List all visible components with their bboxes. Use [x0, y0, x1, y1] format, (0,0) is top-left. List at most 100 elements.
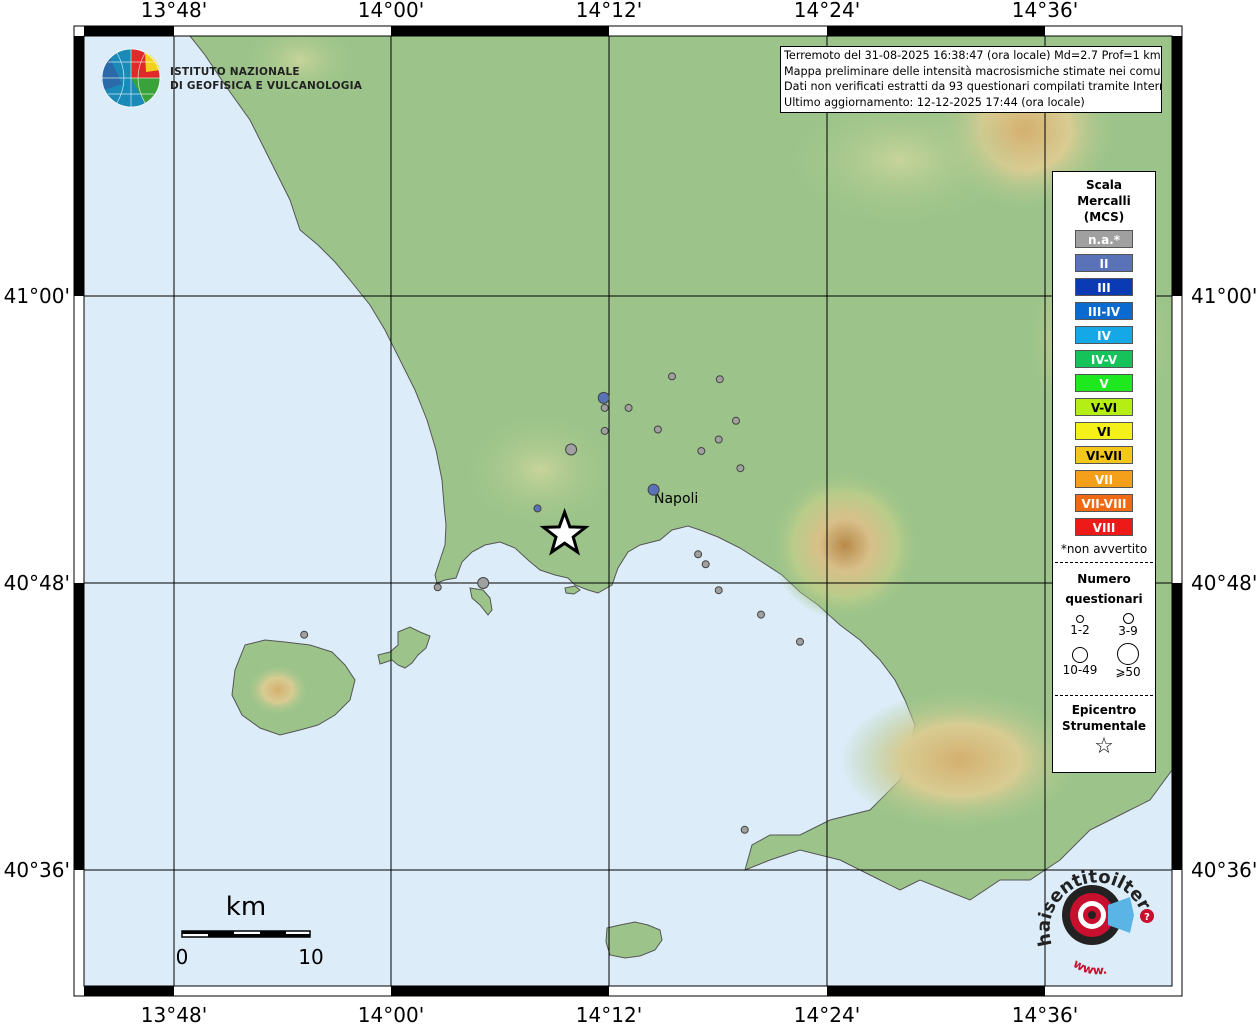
scale-row: VIII: [1075, 518, 1133, 536]
size-label-3: 10-49: [1062, 663, 1098, 677]
logo-line-1: ISTITUTO NAZIONALE: [170, 66, 300, 78]
count-title-line-1: Numero: [1077, 572, 1131, 586]
event-info-line-2: Mappa preliminare delle intensità macros…: [784, 64, 1162, 78]
size-item-2: 3-9: [1103, 613, 1153, 638]
intensity-point[interactable]: [714, 586, 723, 595]
intensity-point[interactable]: [732, 416, 740, 425]
scale-row: IV-V: [1075, 350, 1133, 368]
scalebar-unit: km: [226, 892, 266, 922]
size-item-3: 10-49: [1055, 647, 1105, 677]
epicenter-legend-line-2: Strumentale: [1061, 719, 1147, 733]
intensity-point[interactable]: [433, 583, 442, 592]
count-sizes: 1-2 3-9 10-49 ⩾50: [1053, 609, 1155, 689]
intensity-point[interactable]: [597, 391, 610, 404]
lon-tick-3: 14°12': [576, 0, 642, 22]
event-info-line-4: Ultimo aggiornamento: 12-12-2025 17:44 (…: [784, 95, 1085, 109]
intensity-point[interactable]: [736, 464, 745, 473]
sorrento-relief: [840, 690, 1080, 830]
lon-tick-1-bottom: 13°48': [141, 1003, 207, 1024]
intensity-point[interactable]: [600, 426, 609, 435]
legend: Scala Mercalli (MCS) n.a.* II III III-IV IV I…: [1052, 171, 1156, 773]
count-title-line-2: questionari: [1065, 592, 1143, 606]
event-info-line-3: Dati non verificati estratti da 93 quest…: [784, 80, 1162, 93]
scale-row: V: [1075, 374, 1133, 392]
lon-tick-3-bottom: 14°12': [576, 1003, 642, 1024]
intensity-point[interactable]: [647, 483, 660, 496]
intensity-point[interactable]: [565, 443, 578, 456]
size-circle-2: [1122, 613, 1134, 624]
lon-tick-4: 14°24': [794, 0, 860, 22]
legend-divider: [1055, 562, 1153, 563]
event-info-line-1: Terremoto del 31-08-2025 16:38:47 (ora l…: [784, 49, 1161, 62]
scale-row: VII-VIII: [1075, 494, 1133, 512]
lat-tick-3-right: 40°36': [1191, 858, 1256, 882]
legend-title-line-1: Scala: [1085, 178, 1123, 192]
city-label-napoli: Napoli: [654, 491, 698, 507]
lon-tick-1: 13°48': [141, 0, 207, 22]
lat-labels-left: 41°00' 40°48' 40°36': [4, 284, 70, 882]
size-label-4: ⩾50: [1115, 665, 1141, 679]
lat-labels-right: 41°00' 40°48' 40°36': [1191, 284, 1256, 882]
intensity-point[interactable]: [694, 550, 703, 559]
intensity-point[interactable]: [740, 825, 749, 834]
legend-title-line-3: (MCS): [1083, 210, 1125, 224]
intensity-point[interactable]: [624, 403, 633, 412]
intensity-point[interactable]: [533, 504, 542, 513]
intensity-point[interactable]: [796, 637, 804, 646]
intensity-point[interactable]: [300, 630, 309, 639]
lon-labels-bottom: 13°48' 14°00' 14°12' 14°24' 14°36': [141, 1003, 1078, 1024]
intensity-point[interactable]: [653, 425, 662, 434]
intensity-scale: n.a.* II III III-IV IV IV-V V V-VI VI VI-VII VII VI…: [1053, 230, 1155, 536]
size-label-1: 1-2: [1070, 623, 1090, 637]
intensity-point[interactable]: [701, 560, 710, 569]
intensity-point[interactable]: [668, 372, 676, 381]
lon-tick-2-bottom: 14°00': [358, 1003, 424, 1024]
globe-icon: [101, 48, 161, 108]
ischia-relief: [248, 665, 308, 715]
scale-row: III: [1075, 278, 1133, 296]
intensity-point[interactable]: [714, 435, 723, 444]
scale-row: II: [1075, 254, 1133, 272]
lat-tick-3: 40°36': [4, 858, 70, 882]
intensity-point[interactable]: [477, 577, 490, 589]
scalebar-start: 0: [176, 945, 189, 969]
count-title: Numero questionari: [1053, 569, 1155, 609]
scale-row: VII: [1075, 470, 1133, 488]
flegrei-relief: [460, 410, 620, 530]
svg-text:?: ?: [1144, 912, 1150, 923]
epicenter-legend-title: Epicentro Strumentale: [1053, 702, 1155, 734]
star-icon: ☆: [1094, 734, 1114, 759]
lon-tick-4-bottom: 14°24': [794, 1003, 860, 1024]
lon-tick-2: 14°00': [358, 0, 424, 22]
size-label-2: 3-9: [1118, 624, 1138, 638]
intensity-point[interactable]: [715, 375, 724, 384]
vesuvio-relief: [770, 470, 920, 620]
lat-tick-1-right: 41°00': [1191, 284, 1256, 308]
intensity-point[interactable]: [757, 610, 765, 619]
intensity-point[interactable]: [697, 447, 706, 455]
event-info-box: Terremoto del 31-08-2025 16:38:47 (ora l…: [780, 46, 1162, 113]
scalebar-end: 10: [298, 945, 323, 969]
scale-row: III-IV: [1075, 302, 1133, 320]
lon-labels-top: 13°48' 14°00' 14°12' 14°24' 14°36': [141, 0, 1078, 22]
scale-row: n.a.*: [1075, 230, 1133, 248]
lat-tick-2: 40°48': [4, 571, 70, 595]
lat-tick-1: 41°00': [4, 284, 70, 308]
size-circle-1: [1076, 615, 1084, 623]
scale-row: V-VI: [1075, 398, 1133, 416]
scale-row: IV: [1075, 326, 1133, 344]
size-item-4: ⩾50: [1103, 643, 1153, 679]
legend-title-line-2: Mercalli: [1077, 194, 1131, 208]
legend-divider-2: [1055, 695, 1153, 696]
epicenter-legend-line-1: Epicentro: [1071, 703, 1137, 717]
scale-row: VI-VII: [1075, 446, 1133, 464]
intensity-point[interactable]: [600, 403, 609, 412]
size-item-1: 1-2: [1055, 615, 1105, 637]
logo-line-2: DI GEOFISICA E VULCANOLOGIA: [170, 80, 363, 92]
size-circle-4: [1117, 643, 1139, 665]
scale-row: VI: [1075, 422, 1133, 440]
size-circle-3: [1072, 647, 1088, 663]
lon-tick-5-bottom: 14°36': [1012, 1003, 1078, 1024]
legend-note: *non avvertito: [1060, 542, 1148, 556]
legend-title: Scala Mercalli (MCS): [1053, 177, 1155, 225]
